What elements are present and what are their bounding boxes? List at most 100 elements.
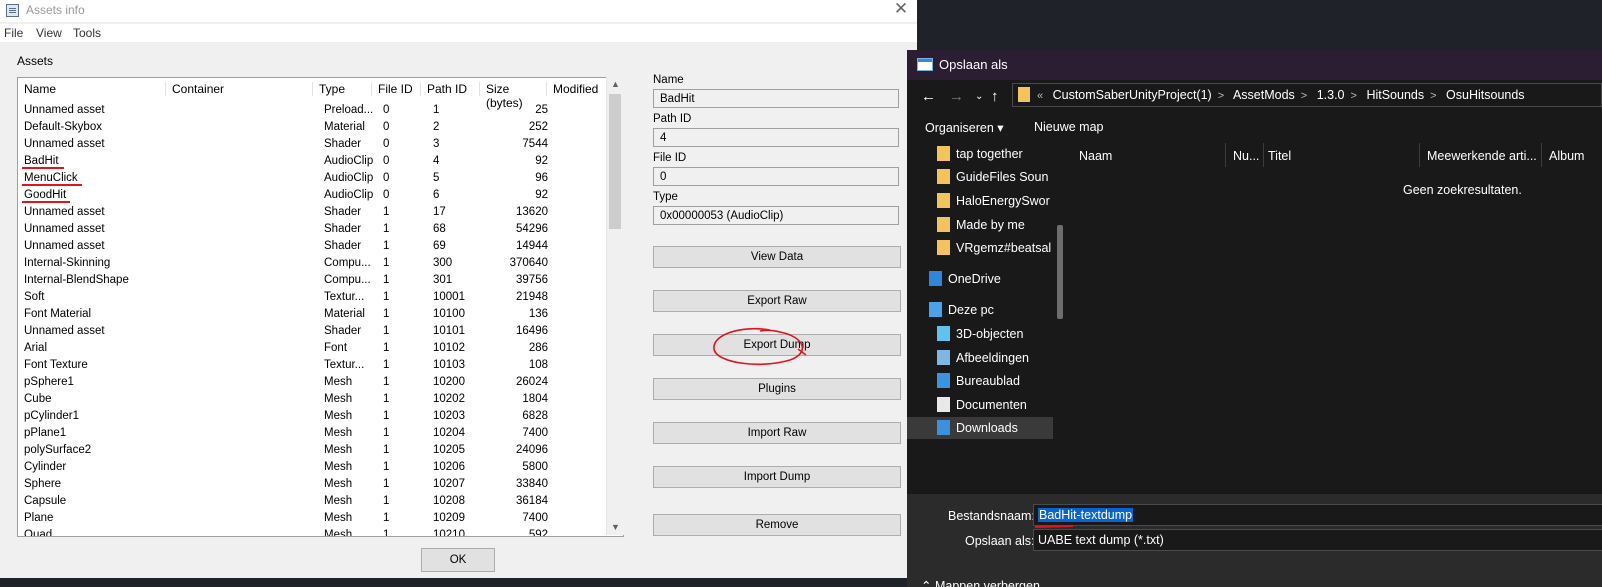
column-naam[interactable]: Naam bbox=[1079, 149, 1112, 163]
table-row[interactable]: BadHit AudioClip 0 4 92 bbox=[18, 153, 622, 170]
nav-item[interactable]: Downloads bbox=[907, 417, 1067, 439]
back-icon[interactable]: ← bbox=[921, 88, 936, 105]
table-row[interactable]: Unnamed asset Shader 1 10101 16496 bbox=[18, 323, 622, 340]
cell-name: Internal-Skinning bbox=[24, 257, 111, 269]
scroll-down-icon[interactable]: ▼ bbox=[607, 520, 624, 535]
table-row[interactable]: Cube Mesh 1 10202 1804 bbox=[18, 391, 622, 408]
file-id-field[interactable]: 0 bbox=[653, 167, 899, 186]
folder-icon bbox=[937, 217, 950, 232]
table-row[interactable]: Font Texture Textur... 1 10103 108 bbox=[18, 357, 622, 374]
cell-size: 370640 bbox=[509, 257, 548, 269]
table-row[interactable]: Default-Skybox Material 0 2 252 bbox=[18, 119, 622, 136]
cell-size: 16496 bbox=[516, 325, 548, 337]
table-row[interactable]: Plane Mesh 1 10209 7400 bbox=[18, 510, 622, 527]
nav-scrollbar[interactable] bbox=[1053, 143, 1067, 495]
table-row[interactable]: Font Material Material 1 10100 136 bbox=[18, 306, 622, 323]
nav-item[interactable]: 3D-objecten bbox=[907, 323, 1067, 345]
breadcrumb-item[interactable]: CustomSaberUnityProject(1) bbox=[1053, 88, 1212, 102]
remove-button[interactable]: Remove bbox=[653, 514, 901, 536]
column-size[interactable]: Size (bytes) bbox=[479, 82, 547, 110]
table-row[interactable]: pSphere1 Mesh 1 10200 26024 bbox=[18, 374, 622, 391]
nav-item[interactable]: Deze pc bbox=[907, 299, 1067, 321]
export-raw-button[interactable]: Export Raw bbox=[653, 290, 901, 312]
export-dump-button[interactable]: Export Dump bbox=[653, 334, 901, 356]
view-data-button[interactable]: View Data bbox=[653, 246, 901, 268]
hide-folders-button[interactable]: ⌃ Mappen verbergen bbox=[921, 578, 1040, 587]
table-row[interactable]: Quad Mesh 1 10210 592 bbox=[18, 527, 622, 536]
save-type-select[interactable]: UABE text dump (*.txt) bbox=[1033, 529, 1602, 551]
table-row[interactable]: Sphere Mesh 1 10207 33840 bbox=[18, 476, 622, 493]
column-album[interactable]: Album bbox=[1549, 149, 1584, 163]
table-row[interactable]: Unnamed asset Shader 1 68 54296 bbox=[18, 221, 622, 238]
breadcrumb-item[interactable]: HitSounds bbox=[1366, 88, 1424, 102]
ok-button[interactable]: OK bbox=[421, 548, 495, 572]
table-row[interactable]: Capsule Mesh 1 10208 36184 bbox=[18, 493, 622, 510]
menu-tools[interactable]: Tools bbox=[73, 26, 101, 40]
forward-icon[interactable]: → bbox=[949, 88, 964, 105]
cell-path-id: 301 bbox=[433, 274, 453, 286]
nav-item[interactable]: HaloEnergySwor bbox=[907, 190, 1067, 212]
nav-item[interactable]: Afbeeldingen bbox=[907, 347, 1067, 369]
table-row[interactable]: Internal-BlendShape Compu... 1 301 39756 bbox=[18, 272, 622, 289]
nav-item[interactable]: Documenten bbox=[907, 394, 1067, 416]
up-icon[interactable]: ↑ bbox=[991, 88, 999, 105]
nav-item[interactable]: tap together bbox=[907, 143, 1067, 165]
breadcrumb-item[interactable]: AssetMods bbox=[1233, 88, 1295, 102]
new-folder-button[interactable]: Nieuwe map bbox=[1034, 120, 1103, 134]
column-type[interactable]: Type bbox=[312, 82, 372, 96]
breadcrumb-item[interactable]: OsuHitsounds bbox=[1446, 88, 1525, 102]
table-row[interactable]: Unnamed asset Preload... 0 1 25 bbox=[18, 102, 622, 119]
scroll-thumb[interactable] bbox=[1057, 225, 1063, 319]
menu-file[interactable]: File bbox=[4, 26, 23, 40]
table-row[interactable]: Unnamed asset Shader 1 17 13620 bbox=[18, 204, 622, 221]
table-row[interactable]: pCylinder1 Mesh 1 10203 6828 bbox=[18, 408, 622, 425]
table-row[interactable]: Soft Textur... 1 10001 21948 bbox=[18, 289, 622, 306]
nav-item-label: Downloads bbox=[956, 421, 1018, 435]
menu-view[interactable]: View bbox=[36, 26, 62, 40]
table-row[interactable]: MenuClick AudioClip 0 5 96 bbox=[18, 170, 622, 187]
scroll-up-icon[interactable]: ▲ bbox=[607, 77, 624, 92]
import-dump-button[interactable]: Import Dump bbox=[653, 466, 901, 488]
table-row[interactable]: pPlane1 Mesh 1 10204 7400 bbox=[18, 425, 622, 442]
column-file-id[interactable]: File ID bbox=[371, 82, 423, 96]
breadcrumb-overflow[interactable]: « bbox=[1037, 90, 1043, 102]
close-icon[interactable]: ✕ bbox=[890, 0, 912, 20]
table-row[interactable]: Unnamed asset Shader 1 69 14944 bbox=[18, 238, 622, 255]
table-row[interactable]: Internal-Skinning Compu... 1 300 370640 bbox=[18, 255, 622, 272]
column-titel[interactable]: Titel bbox=[1268, 149, 1291, 163]
nav-item[interactable]: OneDrive bbox=[907, 268, 1067, 290]
import-raw-button[interactable]: Import Raw bbox=[653, 422, 901, 444]
cell-type: Shader bbox=[324, 223, 362, 235]
column-name[interactable]: Name bbox=[18, 82, 168, 96]
nav-item[interactable]: Made by me bbox=[907, 214, 1067, 236]
cell-name: Unnamed asset bbox=[24, 325, 105, 337]
table-row[interactable]: polySurface2 Mesh 1 10205 24096 bbox=[18, 442, 622, 459]
table-row[interactable]: Unnamed asset Shader 0 3 7544 bbox=[18, 136, 622, 153]
column-artists[interactable]: Meewerkende arti... bbox=[1427, 149, 1537, 163]
name-field[interactable]: BadHit bbox=[653, 89, 899, 108]
cell-path-id: 10206 bbox=[433, 461, 465, 473]
column-container[interactable]: Container bbox=[165, 82, 311, 96]
table-row[interactable]: Cylinder Mesh 1 10206 5800 bbox=[18, 459, 622, 476]
organize-button[interactable]: Organiseren ▾ bbox=[925, 120, 1004, 135]
table-row[interactable]: GoodHit AudioClip 0 6 92 bbox=[18, 187, 622, 204]
chevron-down-icon[interactable]: ⌄ bbox=[975, 91, 983, 102]
column-nummer[interactable]: Nu... bbox=[1233, 149, 1259, 163]
nav-item[interactable]: Bureaublad bbox=[907, 370, 1067, 392]
type-field[interactable]: 0x00000053 (AudioClip) bbox=[653, 206, 899, 225]
breadcrumb-item[interactable]: 1.3.0 bbox=[1317, 88, 1345, 102]
table-row[interactable]: Arial Font 1 10102 286 bbox=[18, 340, 622, 357]
cell-file-id: 0 bbox=[383, 155, 390, 167]
address-bar[interactable]: « CustomSaberUnityProject(1) > AssetMods >… bbox=[1012, 83, 1602, 107]
nav-item[interactable]: VRgemz#beatsal bbox=[907, 237, 1067, 259]
scroll-thumb[interactable] bbox=[609, 94, 621, 229]
nav-item[interactable]: GuideFiles Soun bbox=[907, 166, 1067, 188]
filename-input[interactable]: BadHit-textdump bbox=[1033, 504, 1602, 526]
table-scrollbar[interactable]: ▲ ▼ bbox=[606, 77, 624, 535]
cell-path-id: 10001 bbox=[433, 291, 465, 303]
plugins-button[interactable]: Plugins bbox=[653, 378, 901, 400]
cell-type: Mesh bbox=[324, 393, 353, 405]
nav-item-label: Documenten bbox=[956, 398, 1027, 412]
column-path-id[interactable]: Path ID bbox=[420, 82, 480, 96]
path-id-field[interactable]: 4 bbox=[653, 128, 899, 147]
